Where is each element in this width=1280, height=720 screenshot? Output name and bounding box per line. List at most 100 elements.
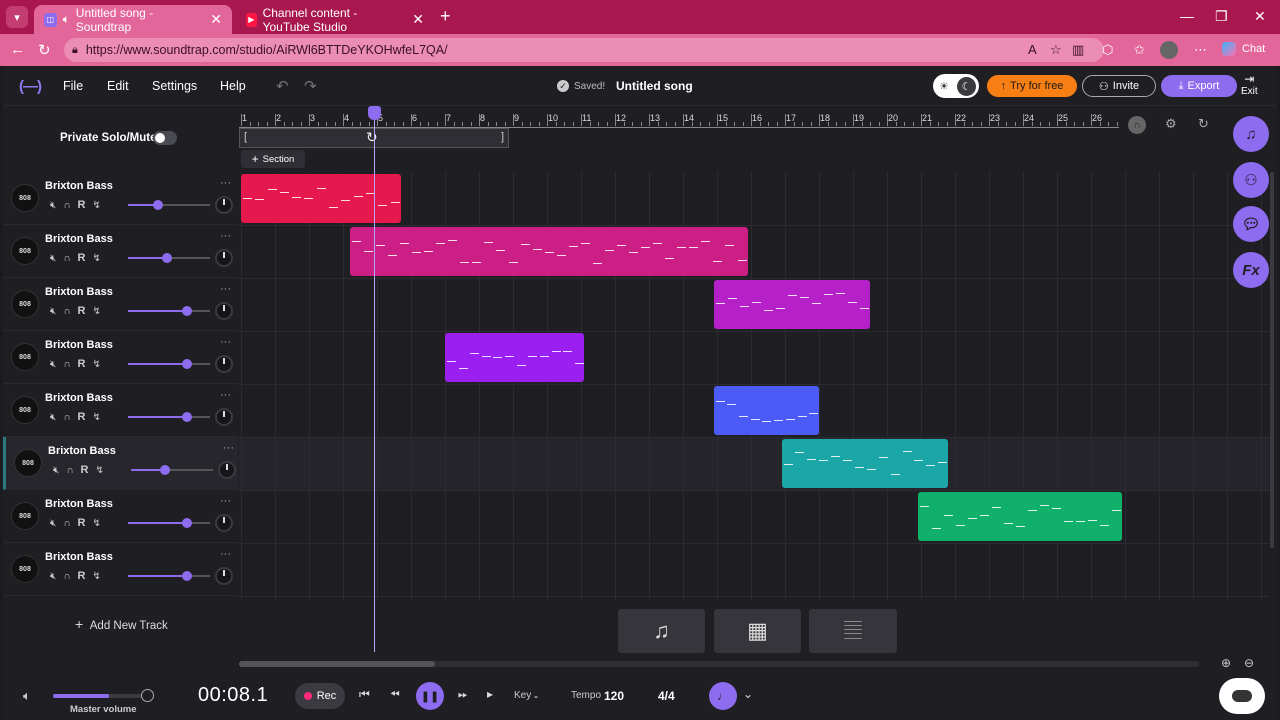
track-volume-slider[interactable] [128,518,210,528]
midi-clip[interactable] [445,333,585,382]
more-options-icon[interactable]: ··· [223,442,234,454]
automation-icon[interactable]: ↯ [92,571,100,582]
tempo-value[interactable]: 120 [604,689,624,703]
track-volume-slider[interactable] [128,412,210,422]
refresh-icon[interactable]: ↻ [1198,116,1209,132]
more-options-icon[interactable]: ··· [220,389,231,401]
record-arm-button[interactable]: R [78,517,86,529]
record-arm-button[interactable]: R [78,305,86,317]
midi-clip[interactable] [713,386,819,435]
track-volume-knob[interactable] [182,571,192,581]
more-options-icon[interactable]: ··· [220,495,231,507]
read-aloud-icon[interactable]: A [1028,42,1037,57]
track-volume-knob[interactable] [162,253,172,263]
more-options-icon[interactable]: ··· [220,230,231,242]
solo-headphones-icon[interactable]: ∩ [63,571,70,582]
automation-icon[interactable]: ↯ [92,518,100,529]
zoom-in-icon[interactable]: ⊕ [1221,656,1231,670]
support-chat-button[interactable] [1219,678,1265,714]
add-new-track-button[interactable]: + Add New Track [75,616,168,632]
close-icon[interactable]: ✕ [412,11,424,28]
instrument-808-icon[interactable]: 808 [11,237,39,265]
track-name[interactable]: Brixton Bass [45,498,113,510]
track-volume-knob[interactable] [182,306,192,316]
master-volume-knob[interactable] [141,689,154,702]
instruments-icon[interactable]: ♫ [618,609,705,653]
instrument-808-icon[interactable]: 808 [11,502,39,530]
pan-knob[interactable] [215,408,233,426]
solo-headphones-icon[interactable]: ∩ [63,359,70,370]
profile-avatar[interactable] [1160,41,1178,59]
rewind-icon[interactable]: ⏪︎ [390,687,400,702]
more-options-icon[interactable]: ··· [220,177,231,189]
menu-settings[interactable]: Settings [152,79,197,93]
loops-icon[interactable]: ▦ [714,609,801,653]
instrument-808-icon[interactable]: 808 [11,555,39,583]
more-icon[interactable]: ⋯ [1194,42,1207,58]
music-note-icon[interactable]: ♫ [1233,116,1269,152]
mute-icon[interactable]: 🔇︎ [50,253,56,264]
mute-icon[interactable]: 🔇︎ [50,518,56,529]
record-arm-button[interactable]: R [78,411,86,423]
track-volume-knob[interactable] [182,518,192,528]
midi-clip[interactable] [241,174,401,223]
automation-icon[interactable]: ↯ [92,359,100,370]
automation-icon[interactable]: ↯ [92,200,100,211]
track-name[interactable]: Brixton Bass [48,445,116,457]
menu-help[interactable]: Help [220,79,246,93]
mute-icon[interactable]: 🔇︎ [50,412,56,423]
menu-file[interactable]: File [63,79,83,93]
pan-knob[interactable] [215,196,233,214]
mute-icon[interactable]: 🔇︎ [50,359,56,370]
mute-icon[interactable]: 🔇︎ [50,306,56,317]
theme-toggle[interactable]: ☀ ☾ [933,74,979,98]
new-tab-icon[interactable]: + [440,6,451,27]
solo-headphones-icon[interactable]: ∩ [63,253,70,264]
automation-icon[interactable]: ↯ [92,412,100,423]
track-header[interactable]: 808 Brixton Bass ··· 🔇︎ ∩ R ↯ [3,278,238,331]
exit-button[interactable]: ⇥ Exit [1241,72,1258,97]
invite-button[interactable]: ⚇ Invite [1082,75,1156,97]
track-volume-knob[interactable] [182,359,192,369]
track-name[interactable]: Brixton Bass [45,286,113,298]
collaborators-icon[interactable]: ⚇ [1233,162,1269,198]
instrument-808-icon[interactable]: 808 [11,184,39,212]
pan-knob[interactable] [215,514,233,532]
horizontal-scrollbar[interactable] [239,661,1199,667]
record-arm-button[interactable]: R [78,358,86,370]
track-volume-slider[interactable] [128,200,210,210]
close-icon[interactable]: ✕ [210,11,222,28]
song-title[interactable]: Untitled song [616,79,693,93]
mute-icon[interactable]: 🔇︎ [53,465,59,476]
zoom-out-icon[interactable]: ⊖ [1244,656,1254,670]
track-volume-slider[interactable] [131,465,213,475]
track-name[interactable]: Brixton Bass [45,339,113,351]
track-header[interactable]: 808 Brixton Bass ··· 🔇︎ ∩ R ↯ [3,331,238,384]
minimize-icon[interactable]: — [1180,8,1194,24]
menu-edit[interactable]: Edit [107,79,129,93]
midi-clip[interactable] [917,492,1122,541]
tab-youtube-studio[interactable]: ▶ Channel content - YouTube Studio ✕ [236,5,434,34]
key-value[interactable]: - [534,689,538,703]
tab-soundtrap[interactable]: ◫ 🔈︎ Untitled song - Soundtrap ✕ [34,5,232,34]
record-arm-button[interactable]: R [78,199,86,211]
headphones-icon[interactable]: ∩ [1128,116,1146,134]
pan-knob[interactable] [215,249,233,267]
track-name[interactable]: Brixton Bass [45,233,113,245]
solo-headphones-icon[interactable]: ∩ [63,412,70,423]
fx-icon[interactable]: Fx [1233,252,1269,288]
try-for-free-button[interactable]: ↑ Try for free [987,75,1077,97]
track-header[interactable]: 808 Brixton Bass ··· 🔇︎ ∩ R ↯ [3,225,238,278]
redo-icon[interactable]: ↷ [304,77,317,95]
instrument-808-icon[interactable]: 808 [11,343,39,371]
solo-headphones-icon[interactable]: ∩ [66,465,73,476]
time-signature[interactable]: 4/4 [658,689,675,703]
track-volume-knob[interactable] [160,465,170,475]
track-header[interactable]: 808 Brixton Bass ··· 🔇︎ ∩ R ↯ [3,437,238,490]
track-name[interactable]: Brixton Bass [45,551,113,563]
reload-icon[interactable]: ↻ [38,41,51,59]
gear-icon[interactable]: ⚙ [1165,116,1177,132]
solo-headphones-icon[interactable]: ∩ [63,518,70,529]
pause-button[interactable]: ❚❚ [416,682,444,710]
soundtrap-logo-icon[interactable]: (—) [19,78,42,95]
